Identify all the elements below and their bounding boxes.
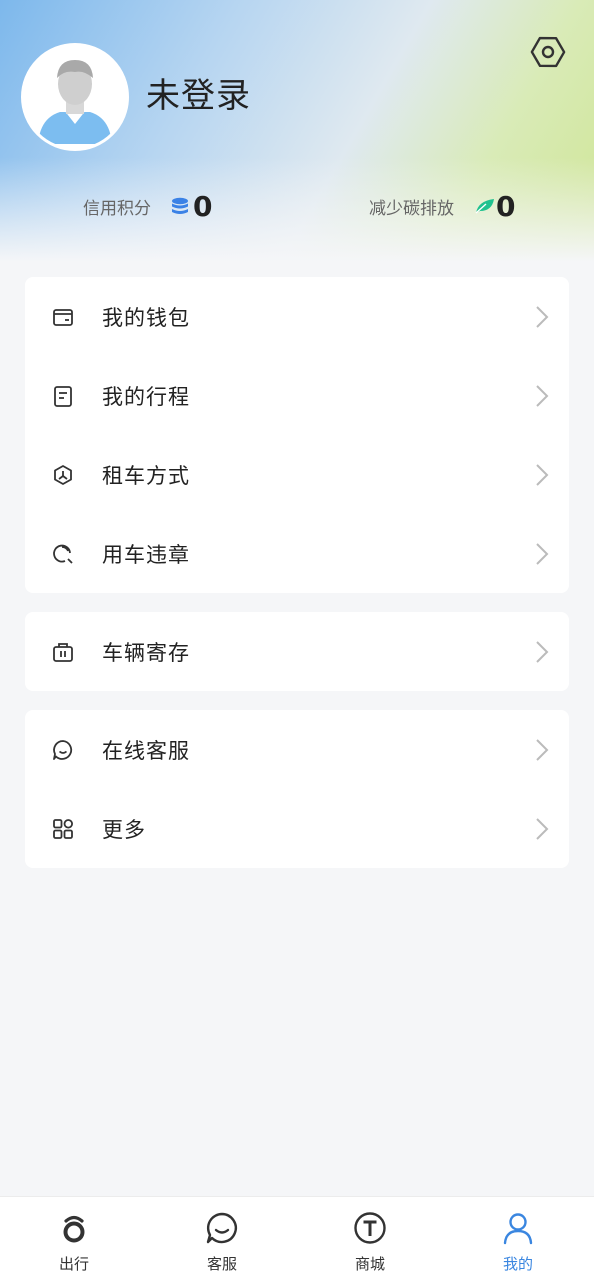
leaf-icon [474,197,494,215]
carbon-reduction-stat[interactable]: 减少碳排放 0 [369,186,515,226]
grid-icon [51,817,75,841]
credit-score-stat[interactable]: 信用积分 0 [83,186,212,226]
tab-service[interactable]: 客服 [148,1197,296,1280]
rental-method-icon [51,463,75,487]
mall-icon [353,1211,387,1245]
menu-card-primary: 我的钱包 我的行程 租车方式 用车违章 [25,277,569,593]
tab-travel[interactable]: 出行 [0,1197,148,1280]
menu-item-label: 我的行程 [102,384,190,409]
wallet-icon [51,305,75,329]
settings-hexagon-icon [530,36,566,68]
avatar-placeholder-icon [24,46,126,148]
menu-item-label: 我的钱包 [102,305,190,330]
chevron-right-icon [535,738,549,762]
coin-stack-icon [171,197,189,215]
chat-icon [51,738,75,762]
tab-label: 客服 [206,1255,237,1273]
itinerary-icon [51,384,75,408]
menu-item-violation[interactable]: 用车违章 [25,514,569,593]
menu-item-rental-method[interactable]: 租车方式 [25,435,569,514]
tab-profile[interactable]: 我的 [444,1197,592,1280]
violation-icon [51,542,75,566]
username-label[interactable]: 未登录 [146,68,251,117]
storage-icon [51,640,75,664]
carbon-reduction-label: 减少碳排放 [369,198,454,219]
service-icon [205,1211,239,1245]
settings-button[interactable] [529,33,567,71]
menu-card-storage: 车辆寄存 [25,612,569,691]
menu-card-support: 在线客服 更多 [25,710,569,868]
profile-icon [501,1211,535,1245]
menu-item-itinerary[interactable]: 我的行程 [25,356,569,435]
tab-label: 出行 [58,1255,89,1273]
menu-item-label: 用车违章 [102,542,190,567]
carbon-reduction-value: 0 [496,189,516,223]
chevron-right-icon [535,305,549,329]
avatar[interactable] [21,43,129,151]
bottom-tab-bar: 出行 客服 商城 我的 [0,1196,594,1280]
tab-label: 商城 [354,1255,385,1273]
menu-item-label: 车辆寄存 [102,640,190,665]
credit-score-value: 0 [193,189,213,223]
menu-item-label: 在线客服 [102,738,190,763]
chevron-right-icon [535,542,549,566]
menu-item-label: 租车方式 [102,463,190,488]
chevron-right-icon [535,640,549,664]
chevron-right-icon [535,463,549,487]
chevron-right-icon [535,817,549,841]
travel-icon [57,1211,91,1245]
menu-item-online-service[interactable]: 在线客服 [25,710,569,789]
credit-score-label: 信用积分 [83,198,151,219]
menu-item-label: 更多 [102,817,146,842]
tab-label: 我的 [502,1255,533,1273]
chevron-right-icon [535,384,549,408]
menu-item-more[interactable]: 更多 [25,789,569,868]
tab-mall[interactable]: 商城 [296,1197,444,1280]
menu-item-vehicle-storage[interactable]: 车辆寄存 [25,612,569,691]
menu-item-wallet[interactable]: 我的钱包 [25,277,569,356]
